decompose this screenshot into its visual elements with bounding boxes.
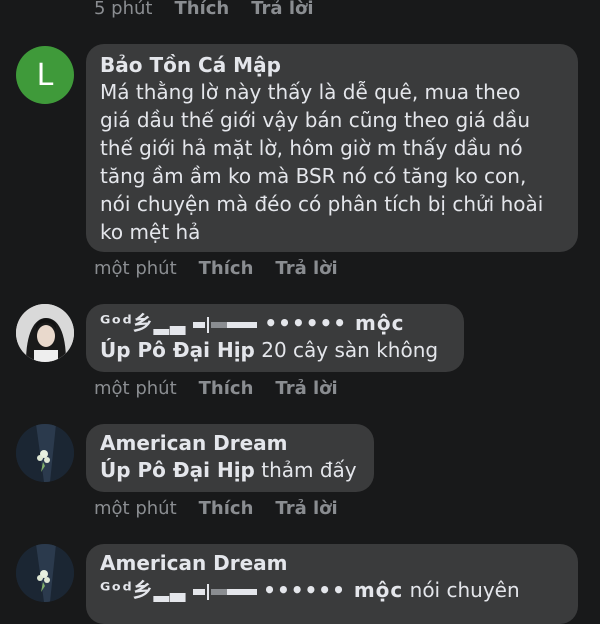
photo-avatar-icon	[16, 304, 74, 362]
comment-bubble: American Dream Úp Pô Đại Hịp thảm đấy	[86, 424, 374, 492]
avatar-letter: L	[36, 57, 54, 93]
like-button[interactable]: Thích	[199, 258, 254, 279]
comment-text: Má thằng lờ này thấy là dễ quê, mua theo…	[100, 80, 544, 244]
comment-author[interactable]: ᴳᵒᵈ乡▂▃ •••••• mộc	[100, 310, 450, 336]
avatar[interactable]	[16, 544, 74, 602]
reply-button[interactable]: Trả lời	[275, 258, 337, 279]
mention-suffix[interactable]: •••••• mộc	[263, 578, 403, 602]
timestamp: một phút	[94, 498, 177, 519]
mention-prefix[interactable]: ᴳᵒᵈ乡▂▃	[100, 578, 186, 602]
comment-meta-top: 5 phút Thích Trả lời	[94, 0, 336, 19]
reply-button[interactable]: Trả lời	[251, 0, 313, 19]
suit-avatar-icon	[16, 424, 74, 482]
timestamp: 5 phút	[94, 0, 153, 19]
comment-bubble: American Dream ᴳᵒᵈ乡▂▃ •••••• mộc nói chu…	[86, 544, 578, 624]
comment-bubble: Bảo Tồn Cá Mập Má thằng lờ này thấy là d…	[86, 44, 578, 252]
comment-bubble: ᴳᵒᵈ乡▂▃ •••••• mộc Úp Pô Đại Hịp 20 cây s…	[86, 304, 464, 372]
reply-button[interactable]: Trả lời	[275, 378, 337, 399]
mention-tag[interactable]: Úp Pô Đại Hịp	[100, 338, 255, 362]
comment-text: Úp Pô Đại Hịp thảm đấy	[100, 458, 357, 482]
avatar[interactable]: L	[16, 46, 74, 104]
avatar[interactable]	[16, 304, 74, 362]
comment-text: Úp Pô Đại Hịp 20 cây sàn không	[100, 338, 439, 362]
suit-avatar-icon	[16, 544, 74, 602]
like-button[interactable]: Thích	[174, 0, 229, 19]
comment-meta: một phút Thích Trả lời	[94, 498, 360, 519]
like-button[interactable]: Thích	[199, 498, 254, 519]
comment-author[interactable]: American Dream	[100, 550, 564, 576]
timestamp: một phút	[94, 258, 177, 279]
like-button[interactable]: Thích	[199, 378, 254, 399]
comment-author[interactable]: Bảo Tồn Cá Mập	[100, 52, 564, 78]
author-suffix: •••••• mộc	[264, 311, 405, 335]
author-prefix: ᴳᵒᵈ乡▂▃	[100, 311, 187, 335]
mention-tag[interactable]: Úp Pô Đại Hịp	[100, 458, 255, 482]
comment-author[interactable]: American Dream	[100, 430, 360, 456]
reply-button[interactable]: Trả lời	[275, 498, 337, 519]
timestamp: một phút	[94, 378, 177, 399]
comment-meta: một phút Thích Trả lời	[94, 258, 360, 279]
comment-meta: một phút Thích Trả lời	[94, 378, 360, 399]
avatar[interactable]	[16, 424, 74, 482]
